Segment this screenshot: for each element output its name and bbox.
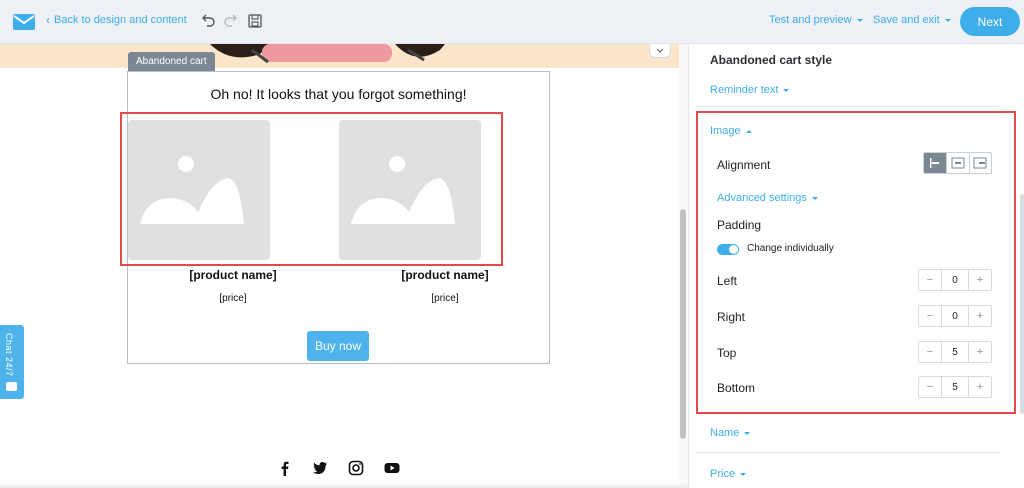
- block-tag-abandoned-cart[interactable]: Abandoned cart: [128, 52, 215, 72]
- padding-right-label: Right: [717, 310, 746, 324]
- increment-button[interactable]: +: [969, 306, 991, 326]
- caret-down-icon: [740, 473, 747, 476]
- align-right-option[interactable]: [968, 153, 991, 173]
- cart-headline: Oh no! It looks that you forgot somethin…: [210, 86, 467, 102]
- save-icon[interactable]: [246, 12, 264, 30]
- alignment-selector: [923, 152, 992, 174]
- caret-down-icon: [944, 19, 951, 22]
- twitter-icon[interactable]: [312, 460, 328, 476]
- name-section[interactable]: Name: [710, 427, 751, 439]
- back-link-label: Back to design and content: [54, 14, 187, 26]
- align-center-option[interactable]: [946, 153, 968, 173]
- align-left-icon: [930, 158, 940, 168]
- caret-down-icon: [783, 89, 790, 92]
- image-placeholder-icon: [351, 156, 455, 224]
- alignment-label: Alignment: [717, 158, 771, 172]
- padding-bottom-stepper: − 5 +: [918, 376, 992, 398]
- email-canvas: Abandoned cart Oh no! It looks that you …: [0, 44, 688, 488]
- change-individually-toggle[interactable]: [717, 244, 739, 255]
- banner-image-strip[interactable]: [0, 44, 680, 68]
- name-section-label: Name: [710, 427, 740, 439]
- product-image-placeholder-1[interactable]: [128, 120, 270, 260]
- save-exit-label: Save and exit: [873, 14, 940, 26]
- abandoned-cart-block[interactable]: Oh no! It looks that you forgot somethin…: [127, 71, 550, 364]
- test-preview-label: Test and preview: [769, 14, 852, 26]
- envelope-logo-icon[interactable]: [12, 10, 36, 34]
- top-bar: ‹ Back to design and content Test and pr…: [0, 0, 1024, 44]
- section-divider: [696, 452, 1000, 453]
- product-name-2: [product name]: [401, 268, 489, 282]
- chat-24-7-tab[interactable]: Chat 24/7: [0, 325, 24, 399]
- advanced-settings-toggle[interactable]: Advanced settings: [717, 192, 818, 204]
- product-name-1: [product name]: [189, 268, 277, 282]
- padding-right-value[interactable]: 0: [941, 306, 969, 326]
- padding-top-value[interactable]: 5: [941, 342, 969, 362]
- chevron-down-icon: [656, 48, 664, 53]
- redo-icon[interactable]: [222, 12, 240, 30]
- toggle-knob: [729, 245, 738, 254]
- test-and-preview-menu[interactable]: Test and preview: [769, 14, 863, 26]
- increment-button[interactable]: +: [969, 342, 991, 362]
- youtube-icon[interactable]: [384, 460, 400, 476]
- caret-down-icon: [744, 432, 751, 435]
- decrement-button[interactable]: −: [919, 342, 941, 362]
- align-left-option[interactable]: [924, 153, 947, 173]
- next-button[interactable]: Next: [960, 7, 1020, 36]
- change-individually-label: Change individually: [747, 243, 834, 254]
- decrement-button[interactable]: −: [919, 377, 941, 397]
- padding-top-stepper: − 5 +: [918, 341, 992, 363]
- caret-down-icon: [811, 197, 818, 200]
- padding-left-stepper: − 0 +: [918, 269, 992, 291]
- style-panel: Abandoned cart style Reminder text Image…: [688, 44, 1024, 488]
- canvas-scrollbar-thumb[interactable]: [680, 209, 686, 439]
- canvas-bottom-shadow: [0, 482, 688, 488]
- chat-label: Chat 24/7: [4, 333, 14, 377]
- caret-down-icon: [856, 19, 863, 22]
- chat-bubble-icon: [6, 382, 17, 391]
- undo-icon[interactable]: [199, 12, 217, 30]
- section-divider: [696, 106, 1000, 107]
- banner-illustration: [210, 44, 445, 64]
- decrement-button[interactable]: −: [919, 306, 941, 326]
- increment-button[interactable]: +: [969, 377, 991, 397]
- price-section[interactable]: Price: [710, 468, 747, 480]
- padding-top-label: Top: [717, 346, 737, 360]
- reminder-text-label: Reminder text: [710, 84, 779, 96]
- reminder-text-section[interactable]: Reminder text: [710, 84, 790, 96]
- caret-up-icon: [745, 129, 752, 133]
- facebook-icon[interactable]: [277, 460, 293, 476]
- product-price-2: [price]: [431, 293, 459, 304]
- padding-bottom-value[interactable]: 5: [941, 377, 969, 397]
- save-and-exit-menu[interactable]: Save and exit: [873, 14, 951, 26]
- product-image-placeholder-2[interactable]: [339, 120, 481, 260]
- collapse-toggle[interactable]: [649, 44, 671, 58]
- align-right-icon: [973, 157, 987, 169]
- back-to-design-link[interactable]: ‹ Back to design and content: [46, 12, 187, 27]
- image-placeholder-icon: [140, 156, 244, 224]
- image-section[interactable]: Image: [710, 125, 752, 137]
- price-section-label: Price: [710, 468, 736, 480]
- padding-label: Padding: [717, 218, 762, 232]
- padding-right-stepper: − 0 +: [918, 305, 992, 327]
- increment-button[interactable]: +: [969, 270, 991, 290]
- instagram-icon[interactable]: [348, 460, 364, 476]
- image-section-label: Image: [710, 125, 741, 137]
- panel-title: Abandoned cart style: [710, 53, 833, 67]
- padding-bottom-label: Bottom: [717, 381, 756, 395]
- decrement-button[interactable]: −: [919, 270, 941, 290]
- panel-scrollbar-thumb[interactable]: [1020, 194, 1024, 414]
- align-center-icon: [951, 157, 965, 169]
- chevron-left-icon: ‹: [46, 12, 50, 27]
- padding-left-value[interactable]: 0: [941, 270, 969, 290]
- product-price-1: [price]: [219, 293, 247, 304]
- padding-left-label: Left: [717, 274, 738, 288]
- buy-now-button[interactable]: Buy now: [307, 331, 369, 361]
- advanced-settings-label: Advanced settings: [717, 192, 807, 204]
